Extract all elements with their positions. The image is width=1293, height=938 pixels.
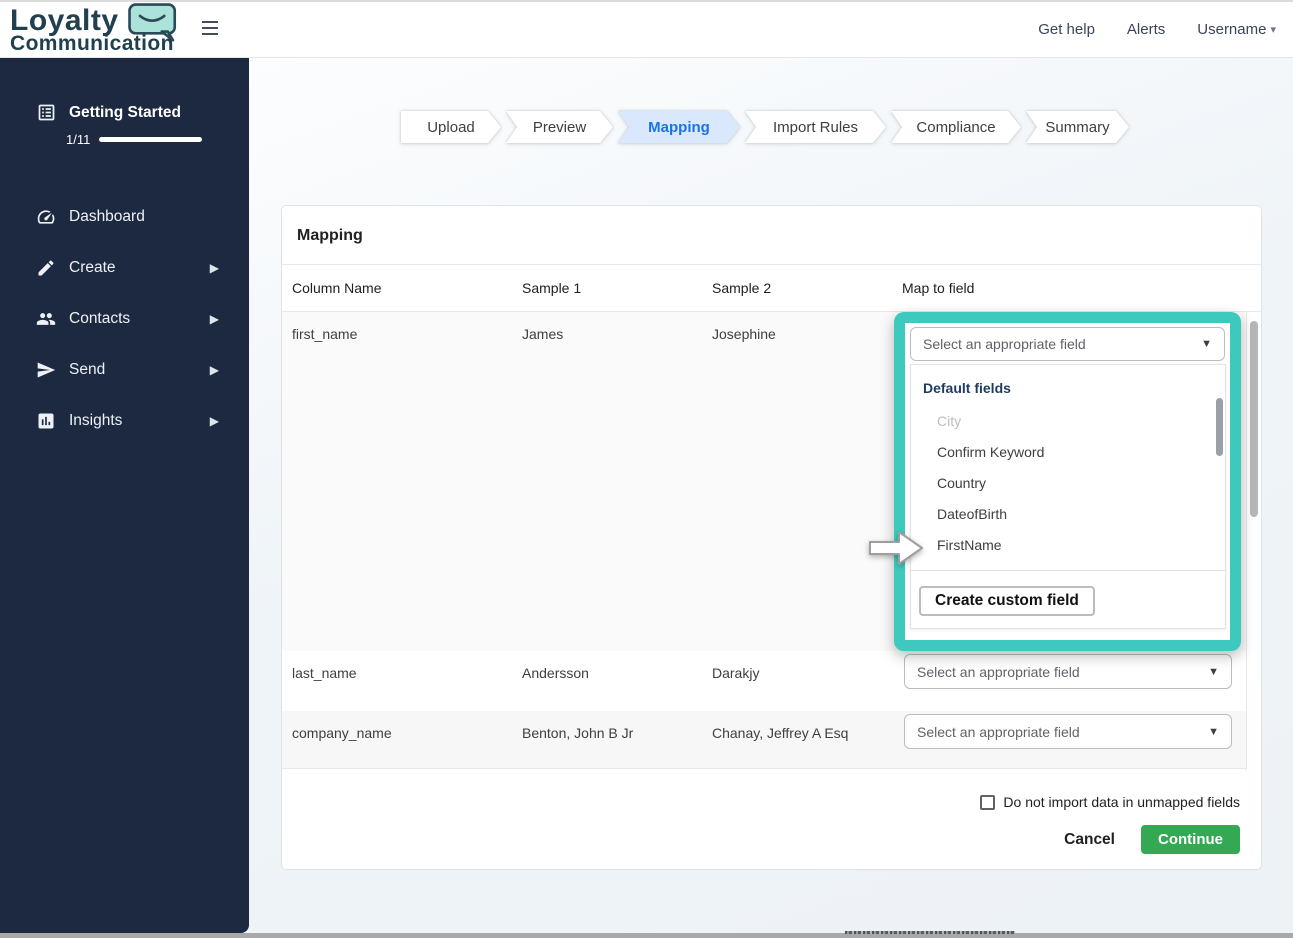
hamburger-menu-icon[interactable] <box>202 21 218 35</box>
cell-column-name: company_name <box>292 725 392 741</box>
cancel-button[interactable]: Cancel <box>1064 831 1115 849</box>
sidebar-item-label: Create <box>69 258 116 276</box>
top-bar: Loyalty Communication Get help Alerts Us… <box>0 0 1293 58</box>
sidebar-item-label: Insights <box>69 411 123 429</box>
column-header-column-name: Column Name <box>292 280 382 296</box>
cell-sample2: Chanay, Jeffrey A Esq <box>712 725 849 741</box>
cell-sample1: Andersson <box>522 665 589 681</box>
field-dropdown-panel: Default fields City Confirm Keyword Coun… <box>910 364 1226 629</box>
people-icon <box>36 312 56 325</box>
dropdown-option-city: City <box>937 413 962 429</box>
top-nav: Get help Alerts Username ▾ <box>1038 0 1276 58</box>
column-header-sample2: Sample 2 <box>712 280 772 296</box>
cell-column-name: last_name <box>292 665 357 681</box>
getting-started-label: Getting Started <box>69 103 181 121</box>
tutorial-highlight-box: Select an appropriate field ▼ Default fi… <box>894 312 1241 651</box>
dashboard-icon <box>37 209 55 224</box>
sidebar-item-dashboard[interactable]: Dashboard <box>0 191 249 242</box>
table-body: first_name James Josephine Select an app… <box>282 312 1261 770</box>
chevron-right-icon: ▶ <box>209 260 219 275</box>
sidebar-nav: Dashboard Create ▶ Contacts ▶ Send ▶ Ins… <box>0 191 249 446</box>
table-scrollbar-thumb[interactable] <box>1250 321 1258 517</box>
sidebar-item-create[interactable]: Create ▶ <box>0 242 249 293</box>
chevron-right-icon: ▶ <box>209 362 219 377</box>
map-field-select[interactable]: Select an appropriate field ▼ <box>904 714 1232 749</box>
sidebar-item-label: Contacts <box>69 309 131 327</box>
cell-sample2: Josephine <box>712 326 776 342</box>
cell-sample1: James <box>522 326 564 342</box>
sidebar-item-getting-started[interactable]: Getting Started 1/11 <box>0 58 249 147</box>
bottom-border-line <box>0 933 1293 938</box>
sidebar-item-insights[interactable]: Insights ▶ <box>0 395 249 446</box>
step-compliance[interactable]: Compliance <box>891 111 1021 143</box>
table-row: first_name James Josephine Select an app… <box>282 312 1261 651</box>
cell-sample1: Benton, John B Jr <box>522 725 634 741</box>
get-help-link[interactable]: Get help <box>1038 21 1095 38</box>
dropdown-option-confirm-keyword[interactable]: Confirm Keyword <box>911 437 1225 468</box>
step-preview[interactable]: Preview <box>506 111 613 143</box>
page-title: Mapping <box>282 206 1261 265</box>
dropdown-option-country[interactable]: Country <box>911 468 1225 499</box>
table-row: company_name Benton, John B Jr Chanay, J… <box>282 711 1261 769</box>
dropdown-caret-icon: ▼ <box>1208 665 1219 678</box>
alerts-link[interactable]: Alerts <box>1127 21 1165 38</box>
map-field-select[interactable]: Select an appropriate field ▼ <box>910 327 1225 361</box>
dropdown-caret-icon: ▼ <box>1201 338 1212 350</box>
sidebar-item-contacts[interactable]: Contacts ▶ <box>0 293 249 344</box>
sidebar: Getting Started 1/11 Dashboard Create ▶ … <box>0 58 249 933</box>
sidebar-item-send[interactable]: Send ▶ <box>0 344 249 395</box>
table-scrollbar-track <box>1246 312 1261 770</box>
continue-button[interactable]: Continue <box>1141 825 1240 854</box>
create-custom-field-button[interactable]: Create custom field <box>919 586 1095 616</box>
cell-sample2: Darakjy <box>712 665 760 681</box>
wizard-stepper: Upload Preview Mapping Import Rules Comp… <box>401 111 1129 143</box>
pencil-icon <box>38 259 54 275</box>
mapping-card: Mapping Column Name Sample 1 Sample 2 Ma… <box>281 205 1262 870</box>
checkbox-label: Do not import data in unmapped fields <box>1003 794 1240 810</box>
table-header-row: Column Name Sample 1 Sample 2 Map to fie… <box>282 265 1261 312</box>
insights-icon <box>38 413 54 428</box>
step-import-rules[interactable]: Import Rules <box>745 111 886 143</box>
dropdown-option-dateofbirth[interactable]: DateofBirth <box>911 499 1225 530</box>
username-menu[interactable]: Username ▾ <box>1197 21 1276 38</box>
unmapped-fields-checkbox[interactable] <box>980 794 996 810</box>
app-logo: Loyalty Communication <box>10 2 180 55</box>
chevron-right-icon: ▶ <box>209 311 219 326</box>
dropdown-caret-icon: ▼ <box>1208 725 1219 738</box>
column-header-map-to-field: Map to field <box>902 280 975 296</box>
map-field-select[interactable]: Select an appropriate field ▼ <box>904 654 1232 689</box>
card-footer: Do not import data in unmapped fields Ca… <box>282 772 1261 871</box>
window-top-edge <box>0 0 1293 2</box>
dropdown-divider <box>911 570 1225 571</box>
dropdown-option-firstname[interactable]: FirstName <box>911 530 1225 561</box>
getting-started-progress-count: 1/11 <box>66 132 91 147</box>
step-summary[interactable]: Summary <box>1026 111 1129 143</box>
chevron-right-icon: ▶ <box>209 413 219 428</box>
sidebar-item-label: Send <box>69 360 106 378</box>
getting-started-progress-bar <box>99 137 203 142</box>
send-icon <box>37 362 56 377</box>
dropdown-group-label: Default fields <box>923 380 1011 396</box>
step-mapping[interactable]: Mapping <box>618 111 740 143</box>
table-row: last_name Andersson Darakjy Select an ap… <box>282 651 1261 711</box>
dropdown-scrollbar[interactable] <box>1216 398 1223 456</box>
checklist-icon <box>38 104 55 121</box>
chevron-down-icon: ▾ <box>1270 23 1276 36</box>
logo-text-line2: Communication <box>10 32 174 55</box>
cell-column-name: first_name <box>292 326 358 342</box>
column-header-sample1: Sample 1 <box>522 280 582 296</box>
main-content: Upload Preview Mapping Import Rules Comp… <box>249 58 1293 933</box>
sidebar-item-label: Dashboard <box>69 207 145 225</box>
step-upload[interactable]: Upload <box>401 111 501 143</box>
clipped-footer-text <box>845 931 1015 934</box>
